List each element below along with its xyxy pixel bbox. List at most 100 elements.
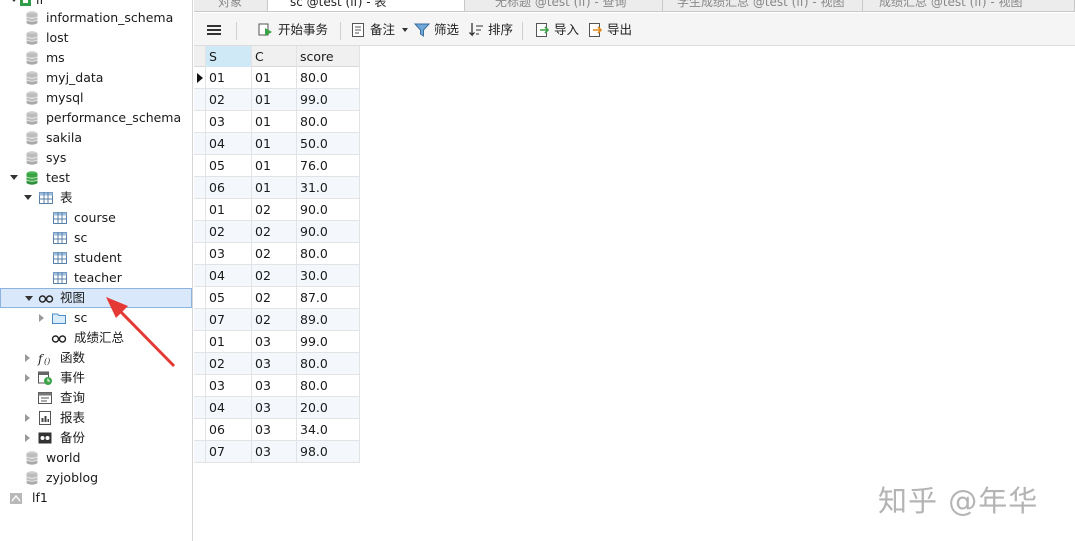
cell-s[interactable]: 07 bbox=[206, 309, 252, 331]
column-header-s[interactable]: S bbox=[206, 46, 252, 67]
table-row[interactable]: 05 02 87.0 bbox=[194, 287, 360, 309]
row-selector[interactable] bbox=[194, 287, 206, 309]
tree-group-events[interactable]: 事件 bbox=[0, 368, 192, 388]
row-selector[interactable] bbox=[194, 331, 206, 353]
tree-db-test[interactable]: test bbox=[0, 168, 192, 188]
cell-s[interactable]: 01 bbox=[206, 67, 252, 89]
cell-s[interactable]: 05 bbox=[206, 287, 252, 309]
cell-s[interactable]: 04 bbox=[206, 397, 252, 419]
cell-s[interactable]: 03 bbox=[206, 243, 252, 265]
tree-db-item[interactable]: sakila bbox=[0, 128, 192, 148]
tree-group-queries[interactable]: 查询 bbox=[0, 388, 192, 408]
tab-objects[interactable]: 对象 bbox=[194, 0, 268, 11]
table-row[interactable]: 04 03 20.0 bbox=[194, 397, 360, 419]
collapse-arrow-icon[interactable] bbox=[25, 374, 30, 382]
collapse-arrow-icon[interactable] bbox=[25, 434, 30, 442]
row-selector[interactable] bbox=[194, 397, 206, 419]
cell-score[interactable]: 98.0 bbox=[297, 441, 360, 463]
tree-table-item[interactable]: sc bbox=[0, 228, 192, 248]
cell-score[interactable]: 76.0 bbox=[297, 155, 360, 177]
filter-button[interactable]: 筛选 bbox=[414, 21, 460, 39]
collapse-arrow-icon[interactable] bbox=[25, 414, 30, 422]
cell-c[interactable]: 01 bbox=[252, 89, 297, 111]
row-selector[interactable] bbox=[194, 199, 206, 221]
cell-c[interactable]: 03 bbox=[252, 441, 297, 463]
tree-db-item[interactable]: performance_schema bbox=[0, 108, 192, 128]
table-row[interactable]: 07 03 98.0 bbox=[194, 441, 360, 463]
cell-score[interactable]: 50.0 bbox=[297, 133, 360, 155]
table-row[interactable]: 01 01 80.0 bbox=[194, 67, 360, 89]
cell-c[interactable]: 02 bbox=[252, 287, 297, 309]
table-row[interactable]: 06 01 31.0 bbox=[194, 177, 360, 199]
cell-s[interactable]: 01 bbox=[206, 199, 252, 221]
row-selector[interactable] bbox=[194, 155, 206, 177]
cell-c[interactable]: 01 bbox=[252, 111, 297, 133]
cell-score[interactable]: 80.0 bbox=[297, 375, 360, 397]
memo-dropdown[interactable]: 备注 bbox=[350, 21, 410, 39]
row-selector[interactable] bbox=[194, 441, 206, 463]
cell-s[interactable]: 04 bbox=[206, 133, 252, 155]
cell-score[interactable]: 80.0 bbox=[297, 67, 360, 89]
cell-c[interactable]: 01 bbox=[252, 177, 297, 199]
column-header-score[interactable]: score bbox=[297, 46, 360, 67]
cell-s[interactable]: 05 bbox=[206, 155, 252, 177]
cell-s[interactable]: 02 bbox=[206, 89, 252, 111]
menu-button[interactable] bbox=[206, 21, 224, 39]
table-row[interactable]: 02 02 90.0 bbox=[194, 221, 360, 243]
cell-s[interactable]: 07 bbox=[206, 441, 252, 463]
expand-arrow-icon[interactable] bbox=[10, 0, 18, 2]
object-tree[interactable]: lf information_schemalostmsmyj_datamysql… bbox=[0, 0, 193, 541]
cell-s[interactable]: 06 bbox=[206, 419, 252, 441]
tree-group-backups[interactable]: 备份 bbox=[0, 428, 192, 448]
tab-score-summary-view[interactable]: 成绩汇总 @test (lf) - 视图 bbox=[863, 0, 1075, 11]
tree-view-chengji[interactable]: 成绩汇总 bbox=[0, 328, 192, 348]
row-selector[interactable] bbox=[194, 67, 206, 89]
cell-c[interactable]: 03 bbox=[252, 397, 297, 419]
row-selector[interactable] bbox=[194, 89, 206, 111]
row-selector[interactable] bbox=[194, 353, 206, 375]
tree-table-item[interactable]: student bbox=[0, 248, 192, 268]
cell-score[interactable]: 99.0 bbox=[297, 89, 360, 111]
expand-arrow-icon[interactable] bbox=[24, 195, 32, 200]
cell-s[interactable]: 04 bbox=[206, 265, 252, 287]
tree-table-item[interactable]: course bbox=[0, 208, 192, 228]
tree-db-item[interactable]: mysql bbox=[0, 88, 192, 108]
expand-arrow-icon[interactable] bbox=[25, 296, 33, 301]
cell-score[interactable]: 20.0 bbox=[297, 397, 360, 419]
cell-c[interactable]: 03 bbox=[252, 375, 297, 397]
tree-db-item[interactable]: information_schema bbox=[0, 8, 192, 28]
cell-c[interactable]: 03 bbox=[252, 419, 297, 441]
tab-untitled-query[interactable]: 无标题 @test (lf) - 查询 bbox=[465, 0, 663, 11]
cell-s[interactable]: 03 bbox=[206, 375, 252, 397]
tree-group-reports[interactable]: 报表 bbox=[0, 408, 192, 428]
table-row[interactable]: 01 02 90.0 bbox=[194, 199, 360, 221]
cell-c[interactable]: 01 bbox=[252, 67, 297, 89]
row-selector[interactable] bbox=[194, 221, 206, 243]
cell-score[interactable]: 90.0 bbox=[297, 221, 360, 243]
cell-score[interactable]: 31.0 bbox=[297, 177, 360, 199]
row-selector[interactable] bbox=[194, 243, 206, 265]
tree-db-item[interactable]: ms bbox=[0, 48, 192, 68]
table-row[interactable]: 03 02 80.0 bbox=[194, 243, 360, 265]
tree-db-item[interactable]: world bbox=[0, 448, 192, 468]
cell-c[interactable]: 02 bbox=[252, 199, 297, 221]
tab-student-summary-view[interactable]: 学生成绩汇总 @test (lf) - 视图 bbox=[663, 0, 863, 11]
tree-db-item[interactable]: lost bbox=[0, 28, 192, 48]
row-selector[interactable] bbox=[194, 309, 206, 331]
table-row[interactable]: 04 02 30.0 bbox=[194, 265, 360, 287]
table-row[interactable]: 02 01 99.0 bbox=[194, 89, 360, 111]
table-row[interactable]: 04 01 50.0 bbox=[194, 133, 360, 155]
cell-s[interactable]: 06 bbox=[206, 177, 252, 199]
tree-connection-lf1[interactable]: lf1 bbox=[0, 488, 192, 508]
cell-s[interactable]: 02 bbox=[206, 353, 252, 375]
cell-c[interactable]: 03 bbox=[252, 331, 297, 353]
cell-s[interactable]: 03 bbox=[206, 111, 252, 133]
cell-s[interactable]: 01 bbox=[206, 331, 252, 353]
cell-score[interactable]: 87.0 bbox=[297, 287, 360, 309]
table-row[interactable]: 01 03 99.0 bbox=[194, 331, 360, 353]
table-row[interactable]: 02 03 80.0 bbox=[194, 353, 360, 375]
tree-db-item[interactable]: myj_data bbox=[0, 68, 192, 88]
import-button[interactable]: 导入 bbox=[534, 21, 580, 39]
row-selector[interactable] bbox=[194, 419, 206, 441]
tree-db-item[interactable]: sys bbox=[0, 148, 192, 168]
